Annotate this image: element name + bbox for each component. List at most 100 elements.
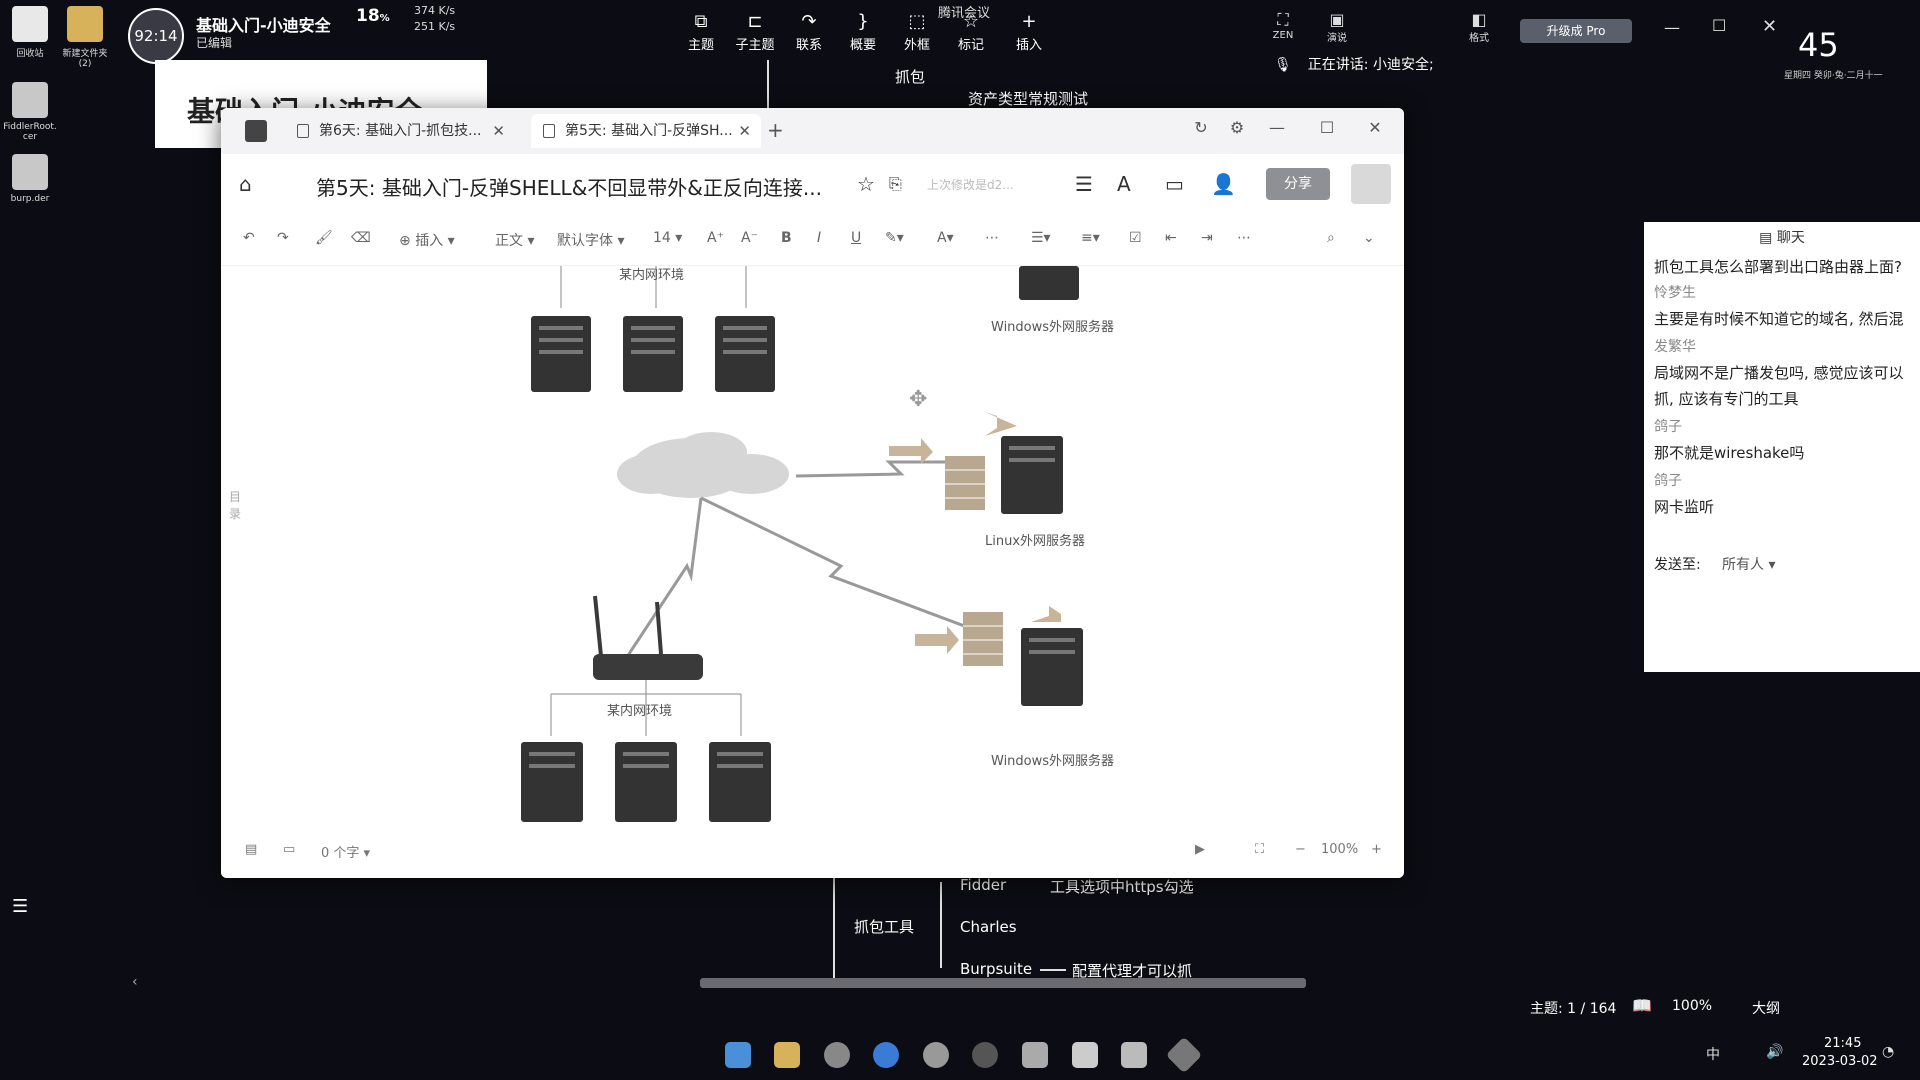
taskbar-date[interactable]: 2023-03-02 [1802, 1054, 1878, 1069]
tab-close-icon[interactable]: ✕ [492, 114, 505, 148]
outdent-icon[interactable]: ⇤ [1165, 230, 1177, 246]
highlight-icon[interactable]: ✎▾ [885, 230, 904, 246]
document-canvas[interactable]: 目 录 ✥ 某内网环境 Windows外网服务器 Linux外网服务器 某内网环… [221, 266, 1404, 826]
xmind-app-icon[interactable] [1121, 1042, 1147, 1068]
search-icon[interactable]: ⌕ [1327, 230, 1335, 246]
mindmap-node-fiddler[interactable]: Fidder [960, 876, 1006, 894]
notification-icon[interactable]: ◔ [1882, 1044, 1894, 1060]
volume-icon[interactable]: 🔊 [1766, 1044, 1783, 1060]
zoom-in-icon[interactable]: + [1371, 842, 1382, 857]
desktop-icon-fiddler-cert[interactable]: FiddlerRoot. cer [0, 82, 60, 142]
decrease-font-icon[interactable]: A⁻ [741, 230, 758, 246]
outline-icon[interactable]: ☰ [12, 896, 28, 917]
left-scroll-arrow[interactable]: ‹ [132, 974, 138, 990]
bullet-list-icon[interactable]: ☰▾ [1031, 230, 1051, 246]
toolbar-topic[interactable]: ⧉ 主题 [674, 10, 728, 53]
upgrade-pro-button[interactable]: 升级成 Pro [1520, 19, 1632, 43]
app-logo-icon[interactable] [245, 120, 267, 142]
star-icon[interactable]: ☆ [857, 172, 875, 196]
font-family-select[interactable]: 默认字体 ▾ [557, 230, 624, 250]
send-to-select[interactable]: 所有人 ▾ [1722, 554, 1775, 574]
meeting-app-icon[interactable] [972, 1042, 998, 1068]
present-icon[interactable]: ▭ [1165, 172, 1184, 196]
increase-font-icon[interactable]: A⁺ [707, 230, 724, 246]
chrome-icon[interactable] [824, 1042, 850, 1068]
mindmap-node-asset[interactable]: 资产类型常规测试 [968, 88, 1088, 109]
font-color-icon[interactable]: A▾ [937, 230, 954, 246]
toolbar-frame[interactable]: ⬚ 外框 [890, 10, 944, 53]
outline-toggle[interactable]: 大纲 [1752, 998, 1780, 1018]
zoom-level[interactable]: 100% [1321, 842, 1358, 857]
mindmap-note-fiddler[interactable]: 工具选项中https勾选 [1050, 876, 1194, 897]
present-button[interactable]: ▣ 演说 [1322, 10, 1352, 44]
toolbar-summary[interactable]: } 概要 [836, 10, 890, 53]
window-maximize-icon[interactable]: ☐ [1313, 118, 1341, 137]
checklist-icon[interactable]: ☑ [1129, 230, 1142, 246]
window-close-icon[interactable]: ✕ [1361, 118, 1389, 137]
desktop-icon-recycle-bin[interactable]: 回收站 [0, 6, 60, 59]
more-icon[interactable]: ⋯ [985, 230, 999, 246]
file-explorer-icon[interactable] [774, 1042, 800, 1068]
window-minimize-icon[interactable]: — [1263, 118, 1291, 137]
home-icon[interactable]: ⌂ [239, 172, 252, 196]
format-painter-icon[interactable]: 🖌 [315, 230, 333, 246]
format-button[interactable]: ◧ 格式 [1464, 10, 1494, 44]
tab-close-icon[interactable]: ✕ [738, 114, 751, 148]
outline-view-icon[interactable]: ▤ [245, 842, 257, 857]
avatar[interactable] [1351, 164, 1391, 204]
mindmap-app-icon[interactable] [1022, 1042, 1048, 1068]
share-button[interactable]: 分享 [1266, 168, 1330, 200]
indent-icon[interactable]: ⇥ [1201, 230, 1213, 246]
word-count[interactable]: 0 个字 ▾ [321, 842, 370, 861]
wechat-icon[interactable] [923, 1042, 949, 1068]
minimize-icon[interactable]: — [1664, 18, 1680, 37]
fullscreen-icon[interactable]: ⛶ [1255, 842, 1264, 857]
paragraph-style-select[interactable]: 正文 ▾ [495, 230, 534, 250]
toolbar-relation[interactable]: ↷ 联系 [782, 10, 836, 53]
tab-day6[interactable]: 第6天: 基础入门-抓包技... ✕ [285, 114, 515, 148]
clear-format-icon[interactable]: ⌫ [351, 230, 371, 246]
close-icon[interactable]: ✕ [1762, 16, 1777, 37]
toolbar-insert[interactable]: + 插入 [1002, 10, 1056, 53]
collaborator-icon[interactable]: 👤 [1211, 172, 1236, 196]
page-view-icon[interactable]: ▭ [283, 842, 295, 857]
desktop-icon-new-folder[interactable]: 新建文件夹 (2) [55, 6, 115, 69]
refresh-icon[interactable]: ↻ [1187, 118, 1215, 137]
taskbar-time[interactable]: 21:45 [1824, 1036, 1861, 1051]
redo-icon[interactable]: ↷ [277, 230, 289, 246]
start-icon[interactable] [725, 1042, 751, 1068]
mindmap-node-tools[interactable]: 抓包工具 [854, 916, 914, 937]
undo-icon[interactable]: ↶ [243, 230, 255, 246]
tab-day5[interactable]: 第5天: 基础入门-反弹SH... ✕ [531, 114, 761, 148]
italic-icon[interactable]: I [817, 230, 821, 246]
settings-icon[interactable]: ⚙ [1223, 118, 1251, 137]
bold-icon[interactable]: B [781, 230, 792, 246]
new-tab-button[interactable]: + [767, 118, 784, 142]
underline-icon[interactable]: U [851, 230, 861, 246]
more-options-icon[interactable]: ⋯ [1237, 230, 1251, 246]
maximize-icon[interactable]: ☐ [1712, 16, 1726, 35]
mindmap-zoom[interactable]: 100% [1672, 998, 1712, 1014]
edge-icon[interactable] [873, 1042, 899, 1068]
document-title[interactable]: 第5天: 基础入门-反弹SHELL&不回显带外&正反向连接... [316, 172, 822, 201]
zen-button[interactable]: ⛶ ZEN [1268, 10, 1298, 41]
toolbar-subtopic[interactable]: ⊏ 子主题 [728, 10, 782, 53]
meeting-timer[interactable]: 92:14 [128, 8, 184, 64]
book-icon[interactable]: 📖 [1632, 996, 1652, 1015]
desktop-icon-burp-cert[interactable]: burp.der [0, 154, 60, 204]
move-folder-icon[interactable]: ⎘ [889, 174, 902, 194]
numbered-list-icon[interactable]: ≡▾ [1081, 230, 1100, 246]
collapse-icon[interactable]: ⌄ [1363, 230, 1375, 246]
mindmap-node-charles[interactable]: Charles [960, 918, 1017, 936]
ime-indicator[interactable]: 中 [1706, 1044, 1720, 1064]
font-size-select[interactable]: 14 ▾ [653, 230, 682, 246]
mindmap-node-capture[interactable]: 抓包 [895, 66, 925, 87]
play-icon[interactable]: ▶ [1195, 842, 1205, 857]
notes-app-icon[interactable] [1072, 1042, 1098, 1068]
menu-icon[interactable]: ☰ [1075, 172, 1093, 196]
text-format-icon[interactable]: A [1117, 172, 1131, 196]
mindmap-node-burpsuite[interactable]: Burpsuite [960, 960, 1032, 978]
insert-button[interactable]: ⊕ 插入 ▾ [399, 230, 455, 250]
horizontal-scrollbar[interactable] [700, 978, 1306, 988]
zoom-out-icon[interactable]: − [1295, 842, 1306, 857]
